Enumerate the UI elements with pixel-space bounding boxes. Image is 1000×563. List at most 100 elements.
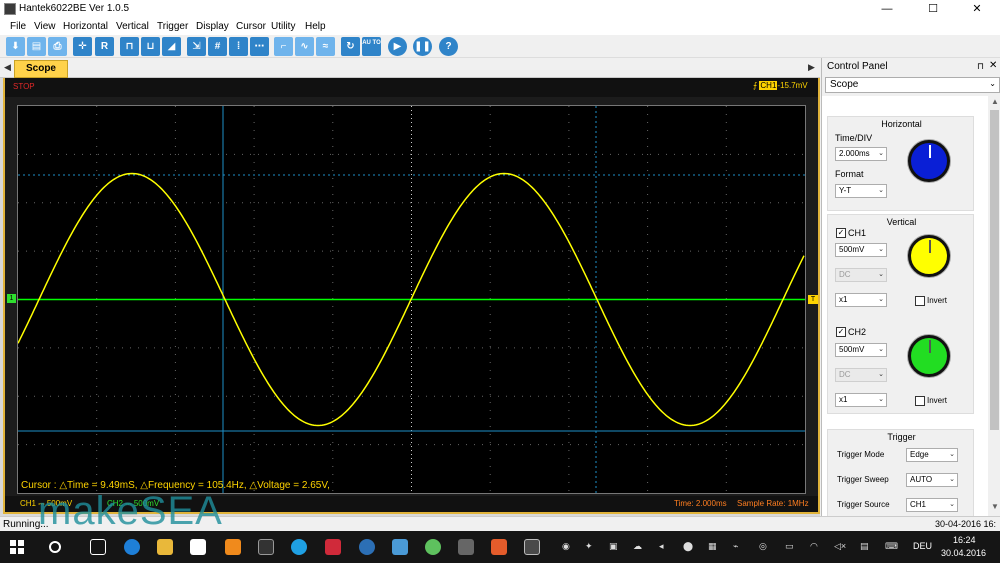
volume-icon[interactable]: ◁× (834, 541, 846, 552)
scroll-up-icon[interactable]: ▲ (991, 97, 999, 106)
menu-trigger[interactable]: Trigger (157, 21, 188, 32)
menu-horizontal[interactable]: Horizontal (63, 21, 108, 32)
ch1-ground-marker[interactable]: 1 (7, 294, 16, 303)
wave-icon[interactable]: ≈ (316, 37, 335, 56)
square-wave-icon[interactable]: ⊓ (120, 37, 139, 56)
save-file-icon[interactable]: ▤ (27, 37, 46, 56)
office-app-icon[interactable] (491, 539, 507, 555)
trigger-source-select[interactable]: CH1 ⌄ (906, 498, 958, 512)
maximize-button[interactable]: ☐ (910, 0, 956, 19)
trigger-sweep-select[interactable]: AUTO ⌄ (906, 473, 958, 487)
monitor-app-icon[interactable] (458, 539, 474, 555)
menu-help[interactable]: Help (305, 21, 326, 32)
auto-button[interactable]: AU TO (362, 37, 381, 56)
language-indicator[interactable]: DEU (913, 541, 932, 551)
store-icon[interactable] (190, 539, 206, 555)
time-div-knob[interactable] (908, 140, 950, 182)
ch2-label: CH2 (848, 327, 867, 337)
ch1-volt-value: 500mV (839, 245, 865, 254)
windows-start-icon[interactable] (10, 540, 24, 554)
keyboard-icon[interactable]: ⌨ (885, 541, 898, 552)
tray-dropbox-icon[interactable]: ✦ (585, 541, 593, 552)
tray-battery-icon[interactable]: ▭ (785, 541, 794, 552)
ramp-icon[interactable]: ◢ (162, 37, 181, 56)
sine-icon[interactable]: ∿ (295, 37, 314, 56)
trigger-level-marker[interactable]: T (808, 295, 818, 304)
car-app-icon[interactable] (325, 539, 341, 555)
tray-usb-icon[interactable]: ⌁ (733, 541, 738, 552)
tab-scroll-left-icon[interactable]: ◀ (4, 62, 11, 73)
tray-cloud-icon[interactable]: ☁ (633, 541, 642, 552)
tray-app-icon[interactable]: ▣ (609, 541, 618, 552)
tab-scope[interactable]: Scope (14, 60, 68, 78)
save-icon[interactable]: ⬇ (6, 37, 25, 56)
pause-icon[interactable]: ❚❚ (413, 37, 432, 56)
waveform-canvas (18, 106, 805, 493)
tray-location-icon[interactable]: ⬤ (683, 541, 693, 552)
print-icon[interactable]: ⎙ (48, 37, 67, 56)
pulse-icon[interactable]: ⊔ (141, 37, 160, 56)
time-div-value: 2.000ms (839, 149, 870, 158)
panel-select[interactable]: Scope ⌄ (825, 77, 1000, 93)
cursor-cross-icon[interactable]: ✛ (73, 37, 92, 56)
ch1-invert-checkbox[interactable] (915, 296, 925, 306)
refresh-icon[interactable]: ↻ (341, 37, 360, 56)
close-button[interactable]: ✕ (954, 0, 1000, 19)
panel-close-icon[interactable]: ✕ (989, 60, 997, 71)
ch2-volt-select[interactable]: 500mV ⌄ (835, 343, 887, 357)
menu-display[interactable]: Display (196, 21, 229, 32)
tab-scroll-right-icon[interactable]: ▶ (808, 62, 815, 73)
cursor-vertical-icon[interactable]: ⁞ (229, 37, 248, 56)
search-icon[interactable] (49, 541, 61, 553)
ch1-volt-select[interactable]: 500mV ⌄ (835, 243, 887, 257)
grid-icon[interactable]: # (208, 37, 227, 56)
control-panel-scrollbar[interactable]: ▲ ▼ (988, 96, 1000, 516)
ch1-checkbox[interactable]: ✓ (836, 228, 846, 238)
dots-icon[interactable]: ⋯ (250, 37, 269, 56)
ch1-volt-knob[interactable] (908, 235, 950, 277)
play-icon[interactable]: ▶ (388, 37, 407, 56)
wifi-icon[interactable]: ◠ (810, 541, 818, 552)
edge-browser-icon[interactable] (124, 539, 140, 555)
trigger-mode-select[interactable]: Edge ⌄ (906, 448, 958, 462)
cursor-horizontal-icon[interactable]: ⇲ (187, 37, 206, 56)
clock-time[interactable]: 16:24 (953, 535, 976, 545)
ch2-probe-select[interactable]: x1 ⌄ (835, 393, 887, 407)
display-app-icon[interactable] (392, 539, 408, 555)
pin-icon[interactable]: ⊓ (977, 61, 984, 72)
menu-utility[interactable]: Utility (271, 21, 295, 32)
ch2-invert-checkbox[interactable] (915, 396, 925, 406)
waveform-screen[interactable]: 1 T Cursor : △Time = 9.49mS, △Frequency … (7, 105, 818, 494)
step-icon[interactable]: ⌐ (274, 37, 293, 56)
scroll-down-icon[interactable]: ▼ (991, 502, 999, 511)
vlc-icon[interactable] (225, 539, 241, 555)
notification-icon[interactable]: ▤ (860, 541, 869, 552)
tray-arrow-icon[interactable]: ◂ (659, 541, 664, 552)
sonos-icon[interactable] (258, 539, 274, 555)
task-view-icon[interactable] (90, 539, 106, 555)
tray-network-icon[interactable]: ◉ (562, 541, 570, 552)
help-icon[interactable]: ? (439, 37, 458, 56)
skype-icon[interactable] (291, 539, 307, 555)
menu-view[interactable]: View (34, 21, 56, 32)
clock-date[interactable]: 30.04.2016 (941, 548, 986, 558)
ch2-checkbox[interactable]: ✓ (836, 327, 846, 337)
ch1-probe-select[interactable]: x1 ⌄ (835, 293, 887, 307)
panel-select-value: Scope (830, 79, 859, 90)
time-div-select[interactable]: 2.000ms ⌄ (835, 147, 887, 161)
tray-bluetooth-icon[interactable]: ▦ (708, 541, 717, 552)
network-app-icon[interactable] (359, 539, 375, 555)
reference-button[interactable]: R (95, 37, 114, 56)
menu-cursor[interactable]: Cursor (236, 21, 266, 32)
menu-vertical[interactable]: Vertical (116, 21, 149, 32)
minimize-button[interactable]: — (864, 0, 910, 19)
ch2-volt-knob[interactable] (908, 335, 950, 377)
menu-file[interactable]: File (10, 21, 26, 32)
tray-camera-icon[interactable]: ◎ (759, 541, 767, 552)
ch2-coupling-select: DC ⌄ (835, 368, 887, 382)
scrollbar-thumb[interactable] (990, 110, 999, 430)
chrome-icon[interactable] (425, 539, 441, 555)
file-explorer-icon[interactable] (157, 539, 173, 555)
format-select[interactable]: Y-T ⌄ (835, 184, 887, 198)
hantek-app-icon[interactable] (524, 539, 540, 555)
